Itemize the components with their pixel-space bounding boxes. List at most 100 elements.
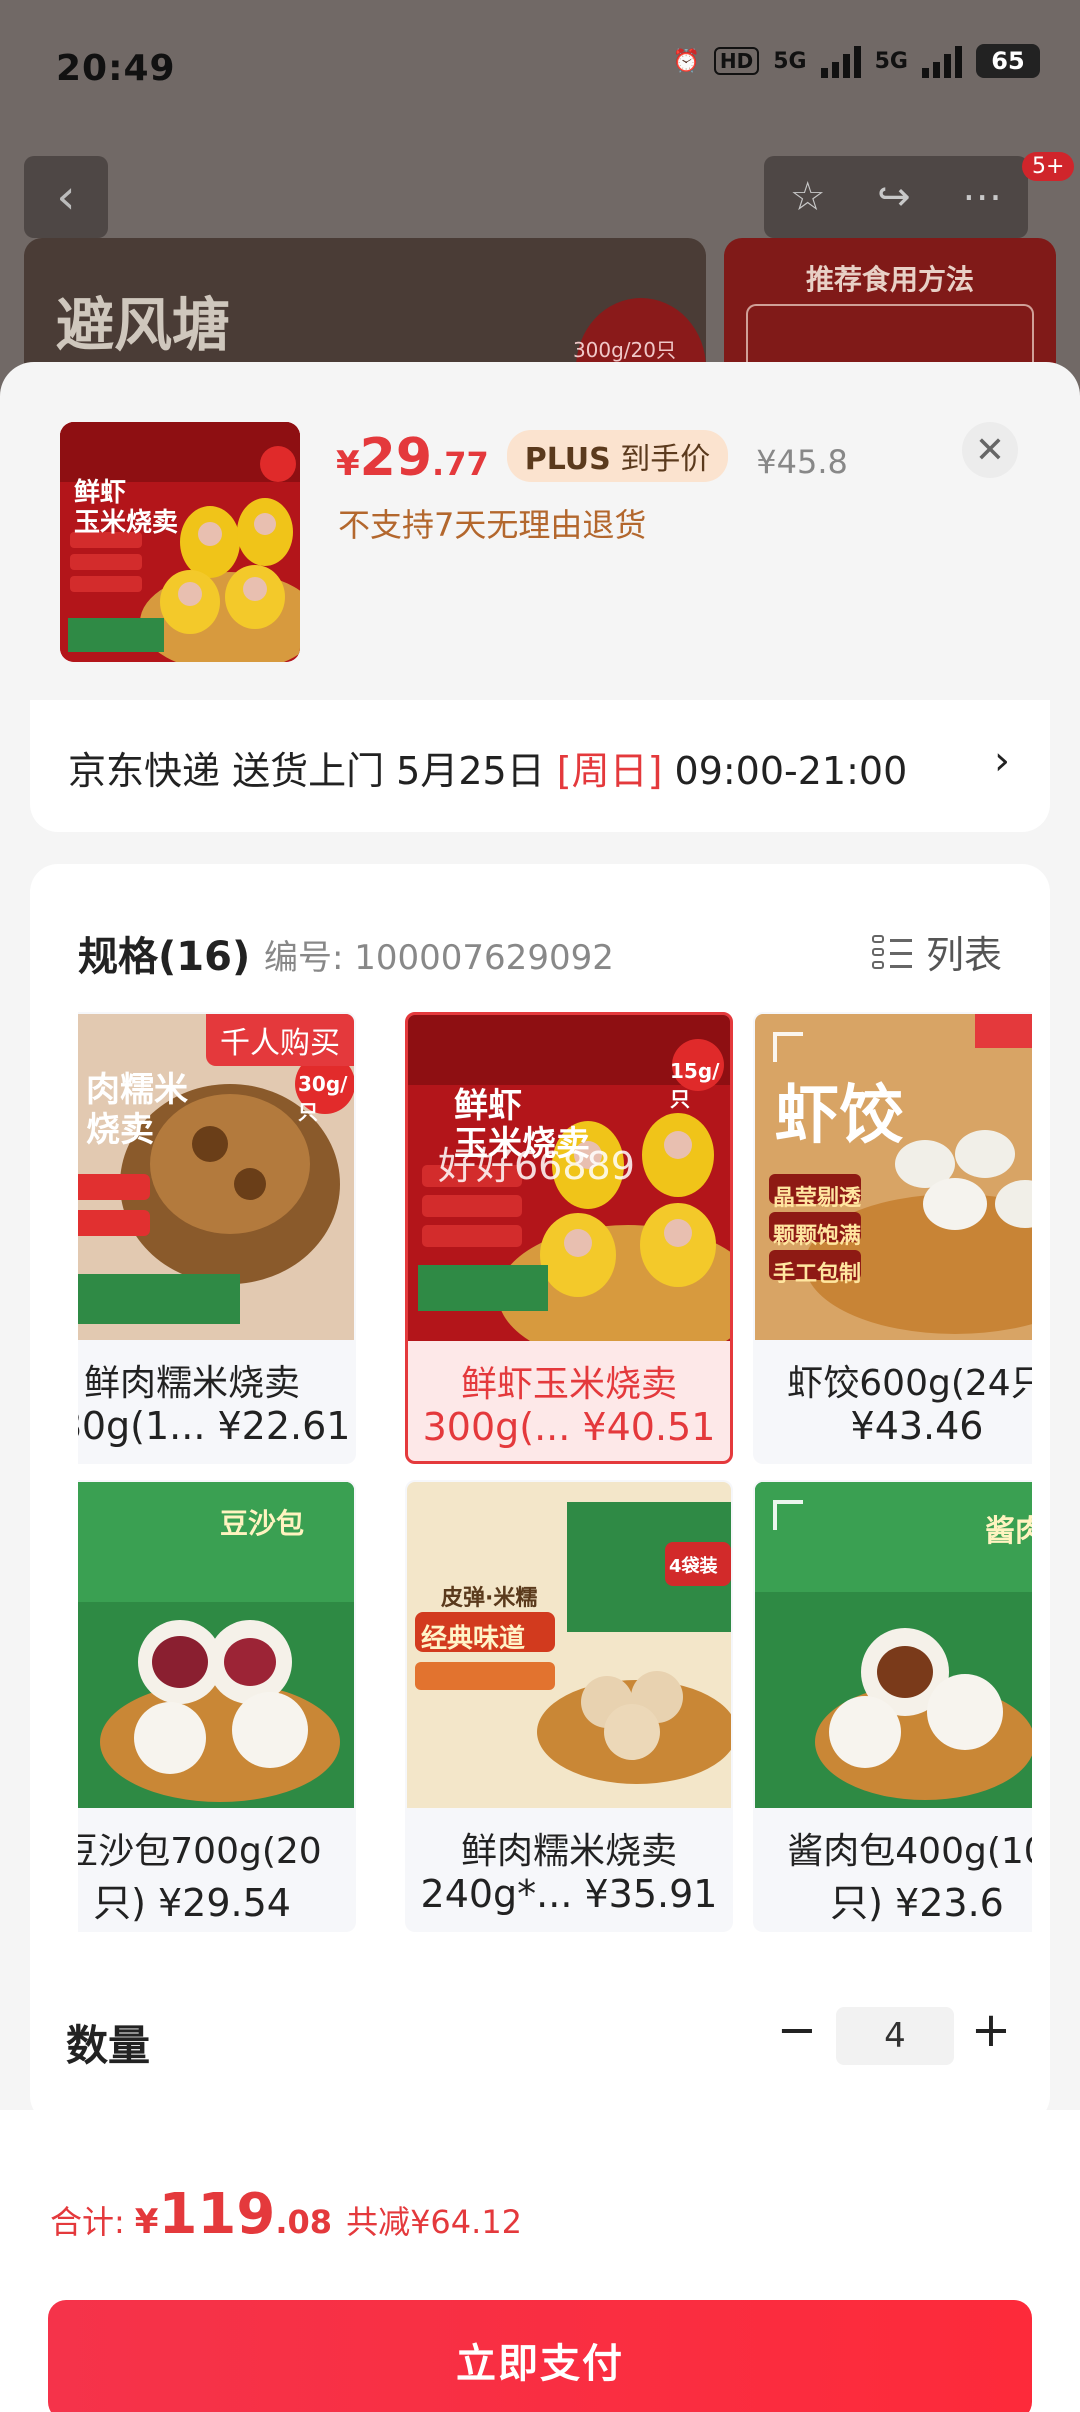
product-thumbnail: 鲜虾 玉米烧卖 xyxy=(60,422,300,662)
nav-actions: ☆ ↪ ⋯ xyxy=(764,156,1028,238)
quantity-decrease-button[interactable]: − xyxy=(772,2000,822,2060)
delivery-time: 09:00-21:00 xyxy=(662,749,908,793)
spec-option-image: 皮弹·米糯 经典味道 4袋装 xyxy=(407,1482,731,1808)
spec-option-image: 鲜虾 玉米烧卖 15g/只 好好66889 xyxy=(408,1015,730,1341)
spec-option-sticky-rice-shaomai-240g[interactable]: 皮弹·米糯 经典味道 4袋装 鲜肉糯米烧卖 240g*... ¥35.91 xyxy=(405,1480,733,1932)
image-tag-2: 颗颗饱满 xyxy=(773,1224,862,1249)
spec-option-name: 酱肉包400g(10 xyxy=(787,1831,1032,1872)
total-currency: ¥ xyxy=(134,2202,159,2242)
spec-option-shrimp-corn-shaomai-300g[interactable]: 鲜虾 玉米烧卖 15g/只 好好66889 鲜虾玉米烧卖 300g(... ¥4… xyxy=(405,1012,733,1464)
delivery-text: 京东快递 送货上门 5月25日 [周日] 09:00-21:00 xyxy=(68,740,907,795)
spec-option-image-title: 经典味道 xyxy=(421,1624,526,1654)
total-label: 合计: xyxy=(50,2203,125,2241)
battery-icon: 65 xyxy=(976,44,1040,78)
spec-option-name: 鲜虾玉米烧卖 xyxy=(460,1364,677,1405)
brand-logo: 避风塘 xyxy=(56,291,231,359)
original-price: ¥45.8 xyxy=(756,443,848,481)
network-label-1: 5G xyxy=(773,48,807,74)
spec-option-sticky-rice-shaomai-480g[interactable]: 肉糯米 烧卖 30g/只 千人购买 鲜肉糯米烧卖 480g(1... ¥22.6… xyxy=(78,1012,356,1464)
spec-option-price: 240g*... ¥35.91 xyxy=(420,1872,718,1916)
pack-count-badge: 4袋装 xyxy=(669,1556,718,1577)
spec-card: 规格(16) 编号: 100007629092 列表 肉糯米 烧卖 30g/只 … xyxy=(30,864,1050,2124)
image-tag-3: 手工包制 xyxy=(773,1262,862,1287)
spec-option-image: 虾饺 晶莹剔透 颗颗饱满 手工包制 xyxy=(755,1014,1032,1340)
spec-option-name: 鲜肉糯米烧卖 xyxy=(460,1831,677,1872)
spec-option-red-bean-bun-700g[interactable]: 豆沙包 豆沙包700g(20 只) ¥29.54 xyxy=(78,1480,356,1932)
price-decimal: .77 xyxy=(432,445,489,483)
share-icon[interactable]: ↪ xyxy=(877,174,911,220)
weight-badge: 15g/只 xyxy=(670,1059,720,1111)
spec-option-name: 鲜肉糯米烧卖 xyxy=(83,1363,300,1404)
thumb-title: 鲜虾 玉米烧卖 xyxy=(74,478,178,538)
spec-option-image: 豆沙包 xyxy=(78,1482,354,1808)
spec-option-price-line: 480g(1... ¥22.61 xyxy=(78,1404,354,1448)
thumb-title-line-2: 玉米烧卖 xyxy=(74,508,179,538)
background-page: 20:49 ⏰ HD 5G 5G 65 ‹ ☆ ↪ ⋯ 5+ 避风塘 300g/… xyxy=(0,0,1080,420)
message-badge: 5+ xyxy=(1022,152,1075,181)
spec-title: 规格(16) xyxy=(78,934,251,980)
hd-icon: HD xyxy=(713,47,760,75)
signal-icon xyxy=(820,44,861,78)
spec-option-price: ¥43.46 xyxy=(850,1404,984,1448)
delivery-row[interactable]: 京东快递 送货上门 5月25日 [周日] 09:00-21:00 › xyxy=(30,700,1050,832)
back-button[interactable]: ‹ xyxy=(24,156,108,238)
list-view-toggle[interactable]: 列表 xyxy=(871,924,1002,979)
spec-sheet: 鲜虾 玉米烧卖 ¥ 29 .77 PLUS 到手价 ¥45.8 不支持7天无理由… xyxy=(0,362,1080,2412)
expand-corner-icon xyxy=(773,1500,803,1530)
spec-option-name: 虾饺600g(24只 xyxy=(787,1363,1032,1404)
price-row: ¥ 29 .77 PLUS 到手价 ¥45.8 xyxy=(336,428,848,488)
spec-option-price: 只) ¥29.54 xyxy=(93,1881,291,1925)
spec-option-price-line: 300g(... ¥40.51 xyxy=(408,1405,730,1449)
spec-option-shrimp-dumpling-600g[interactable]: 虾饺 晶莹剔透 颗颗饱满 手工包制 虾饺600g(24只 ¥43.46 xyxy=(753,1012,1032,1464)
quantity-label: 数量 xyxy=(66,2021,151,2070)
thumb-title-line-1: 鲜虾 xyxy=(74,478,127,508)
spec-option-price: ¥40.51 xyxy=(582,1405,716,1449)
more-icon[interactable]: ⋯ xyxy=(962,174,1002,220)
spec-option-image-title: 豆沙包 xyxy=(220,1507,305,1540)
spec-grid: 肉糯米 烧卖 30g/只 千人购买 鲜肉糯米烧卖 480g(1... ¥22.6… xyxy=(78,1012,1032,1932)
delivery-prefix: 京东快递 送货上门 5月25日 xyxy=(68,749,557,793)
favorite-star-icon[interactable]: ☆ xyxy=(790,174,826,220)
spec-option-price: ¥22.61 xyxy=(217,1404,351,1448)
spec-option-image: 酱肉包 xyxy=(755,1482,1032,1808)
delivery-day: [周日] xyxy=(556,749,663,793)
status-bar: 20:49 ⏰ HD 5G 5G 65 xyxy=(0,0,1080,140)
weight-badge: 30g/只 xyxy=(298,1072,348,1124)
spec-option-image-title: 酱肉包 xyxy=(985,1514,1032,1549)
image-subtitle: 皮弹·米糯 xyxy=(441,1586,538,1611)
product-thumbnail-art xyxy=(60,422,300,662)
return-policy-note: 不支持7天无理由退货 xyxy=(338,506,647,544)
spec-option-name: 豆沙包700g(20 xyxy=(78,1831,322,1872)
spec-option-image: 肉糯米 烧卖 30g/只 千人购买 xyxy=(78,1014,354,1340)
close-button[interactable]: ✕ xyxy=(962,422,1018,478)
pay-now-button[interactable]: 立即支付 xyxy=(48,2300,1032,2412)
sku-number: 编号: 100007629092 xyxy=(264,938,614,978)
quantity-input[interactable]: 4 xyxy=(836,2007,954,2065)
list-view-icon xyxy=(871,933,912,971)
spec-option-sauce-pork-bun-400g[interactable]: 酱肉包 酱肉包400g(10 只) ¥23.6 xyxy=(753,1480,1032,1932)
image-tag-1: 晶莹剔透 xyxy=(773,1186,862,1211)
promo-text: 300g/20只 xyxy=(572,338,676,362)
plus-brand: PLUS xyxy=(524,442,611,477)
shrimp-dumpling-image xyxy=(755,1014,1032,1340)
chevron-right-icon: › xyxy=(994,738,1010,784)
expand-corner-icon xyxy=(773,1032,803,1062)
signal-icon-2 xyxy=(922,44,962,78)
best-seller-badge: 千人购买 xyxy=(206,1014,354,1066)
spec-option-image-title: 肉糯米 烧卖 xyxy=(86,1070,188,1150)
network-label-2: 5G xyxy=(874,48,908,74)
watermark-text: 好好66889 xyxy=(438,1144,635,1188)
close-icon: ✕ xyxy=(974,429,1006,471)
total-discount: 共减¥64.12 xyxy=(346,2203,523,2241)
plus-label: 到手价 xyxy=(620,442,711,477)
total-integer: 119 xyxy=(158,2182,276,2247)
total-decimal: .08 xyxy=(275,2203,333,2241)
red-bean-bun-image xyxy=(78,1482,354,1808)
spec-option-detail: 300g(... xyxy=(422,1405,571,1449)
quantity-increase-button[interactable]: + xyxy=(966,2000,1016,2060)
checkout-footer: 合计: ¥ 119 .08 共减¥64.12 立即支付 xyxy=(0,2110,1080,2412)
price-currency: ¥ xyxy=(336,444,360,484)
spec-option-image-title: 虾饺 xyxy=(775,1078,903,1153)
spec-option-price: 只) ¥23.6 xyxy=(830,1881,1004,1925)
plus-price-tag: PLUS 到手价 xyxy=(506,430,729,482)
